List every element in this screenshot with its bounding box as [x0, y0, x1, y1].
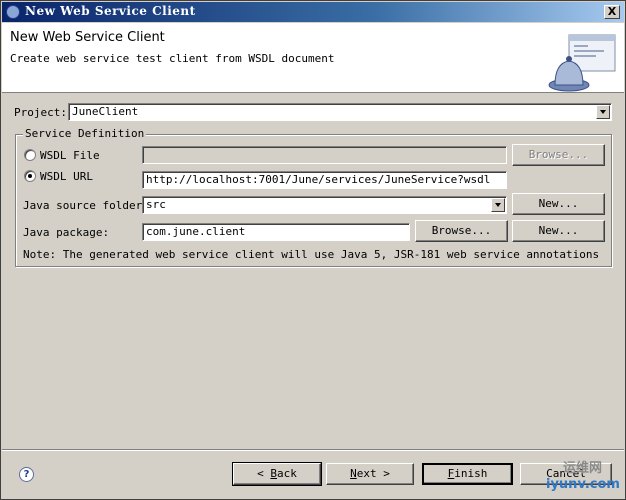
- help-icon[interactable]: ?: [19, 467, 34, 482]
- footer-separator: [2, 449, 624, 451]
- project-value: JuneClient: [72, 105, 139, 118]
- finish-button[interactable]: Finish: [422, 463, 513, 485]
- back-button[interactable]: < Back: [232, 462, 322, 486]
- wsdl-url-radio[interactable]: [24, 170, 36, 182]
- page-title: New Web Service Client: [10, 30, 165, 45]
- next-button[interactable]: Next >: [326, 463, 414, 485]
- watermark-text: 运维网: [563, 461, 603, 476]
- java-package-input[interactable]: com.june.client: [142, 223, 410, 241]
- service-definition-legend: Service Definition: [23, 127, 147, 140]
- web-service-wizard-banner-icon: [548, 34, 616, 92]
- next-suffix: >: [376, 467, 390, 480]
- wsdl-file-label: WSDL File: [40, 149, 100, 162]
- wsdl-file-input[interactable]: [142, 146, 507, 164]
- next-rest: ext: [356, 467, 377, 480]
- java-package-browse-button[interactable]: Browse...: [415, 220, 508, 242]
- generation-note: Note: The generated web service client w…: [23, 248, 600, 261]
- wsdl-file-radio[interactable]: [24, 149, 36, 161]
- window-title: New Web Service Client: [25, 4, 196, 18]
- java-package-new-button[interactable]: New...: [512, 220, 605, 242]
- java-source-folder-value: src: [146, 198, 166, 211]
- back-rest: ack: [277, 467, 297, 480]
- java-source-folder-combo[interactable]: src: [142, 196, 507, 214]
- back-prefix: <: [257, 467, 271, 480]
- next-mnemonic: N: [350, 467, 357, 480]
- title-bar: New Web Service Client X: [2, 2, 624, 22]
- watermark-url: iyunv.com: [546, 477, 620, 492]
- chevron-down-icon[interactable]: [491, 198, 505, 212]
- wsdl-url-label: WSDL URL: [40, 170, 93, 183]
- wsdl-url-input[interactable]: http://localhost:7001/June/services/June…: [142, 171, 507, 189]
- eclipse-icon: [6, 5, 20, 19]
- back-mnemonic: B: [270, 467, 277, 480]
- wizard-header: New Web Service Client Create web servic…: [2, 23, 624, 93]
- project-combo[interactable]: JuneClient: [68, 103, 612, 121]
- wizard-window: New Web Service Client X New Web Service…: [0, 0, 626, 500]
- wsdl-file-browse-button[interactable]: Browse...: [512, 144, 605, 166]
- chevron-down-icon[interactable]: [596, 105, 610, 119]
- java-source-folder-label: Java source folder:: [23, 199, 149, 212]
- java-source-folder-new-button[interactable]: New...: [512, 193, 605, 215]
- close-button[interactable]: X: [604, 5, 620, 19]
- java-package-label: Java package:: [23, 226, 110, 239]
- finish-rest: inish: [454, 467, 488, 480]
- page-description: Create web service test client from WSDL…: [10, 52, 335, 65]
- project-label: Project:: [14, 106, 67, 119]
